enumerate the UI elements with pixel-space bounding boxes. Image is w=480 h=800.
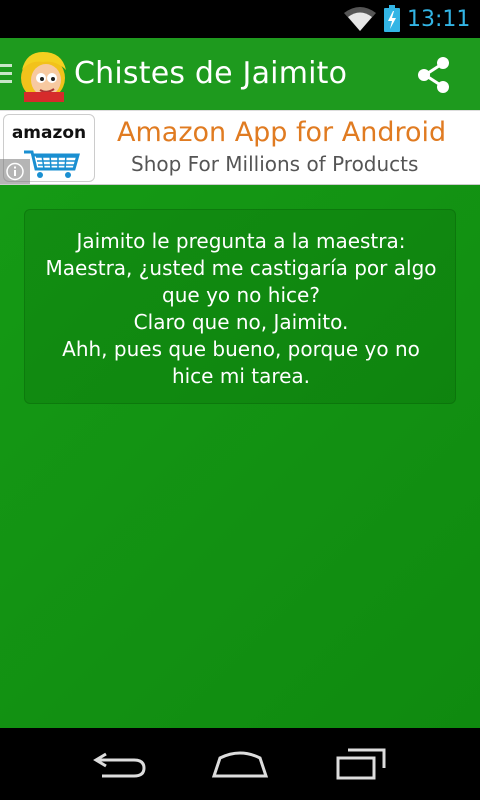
wifi-icon <box>344 7 376 31</box>
back-icon[interactable] <box>92 748 148 780</box>
navigation-bar <box>0 728 480 800</box>
status-bar: 13:11 <box>0 0 480 38</box>
app-title: Chistes de Jaimito <box>74 56 348 91</box>
recents-icon[interactable] <box>334 746 388 780</box>
app-logo-icon[interactable] <box>16 48 70 102</box>
ad-subtitle[interactable]: Shop For Millions of Products <box>131 151 418 177</box>
status-clock: 13:11 <box>407 7 471 32</box>
joke-content-area: Jaimito le pregunta a la maestra: Maestr… <box>0 185 480 728</box>
joke-card: Jaimito le pregunta a la maestra: Maestr… <box>24 209 456 404</box>
ad-title[interactable]: Amazon App for Android <box>117 117 446 149</box>
joke-text: Jaimito le pregunta a la maestra: Maestr… <box>45 229 437 388</box>
shopping-cart-icon <box>24 150 80 178</box>
info-icon[interactable] <box>0 159 30 184</box>
action-bar: Chistes de Jaimito <box>0 38 480 110</box>
ad-banner[interactable]: amazon Amazon App for Android Shop For M… <box>0 110 480 185</box>
ad-logo-text: amazon <box>11 123 87 143</box>
battery-charging-icon <box>384 5 400 32</box>
drawer-indicator-icon[interactable] <box>0 64 14 86</box>
share-icon[interactable] <box>414 55 454 95</box>
home-icon[interactable] <box>210 748 270 780</box>
